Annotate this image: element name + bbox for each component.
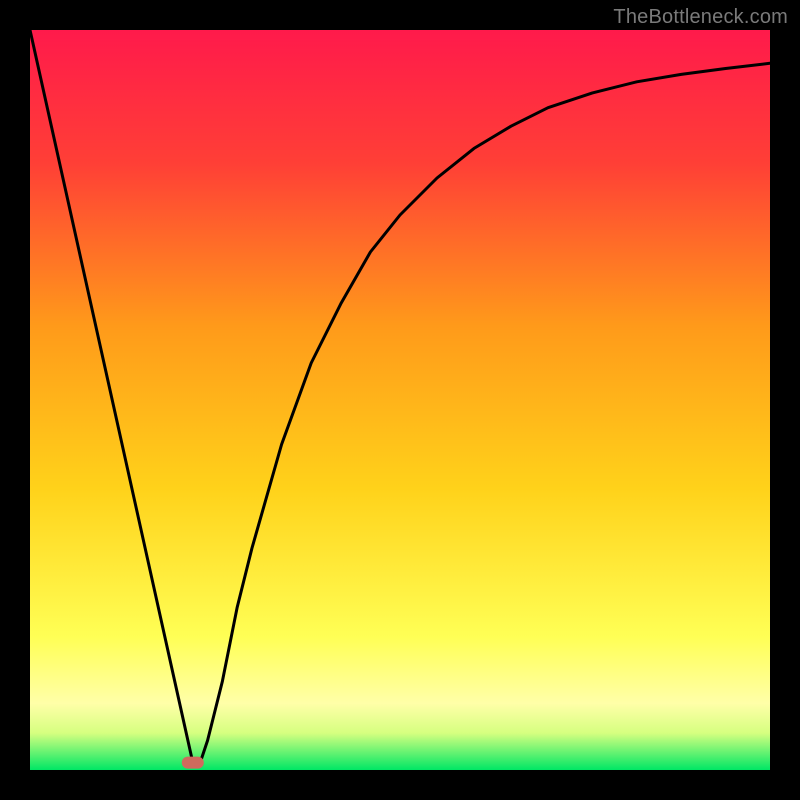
watermark-text: TheBottleneck.com <box>613 6 788 29</box>
background-gradient <box>30 30 770 770</box>
plot-area <box>30 30 770 770</box>
chart-frame <box>30 30 770 770</box>
optimum-marker <box>182 757 204 769</box>
